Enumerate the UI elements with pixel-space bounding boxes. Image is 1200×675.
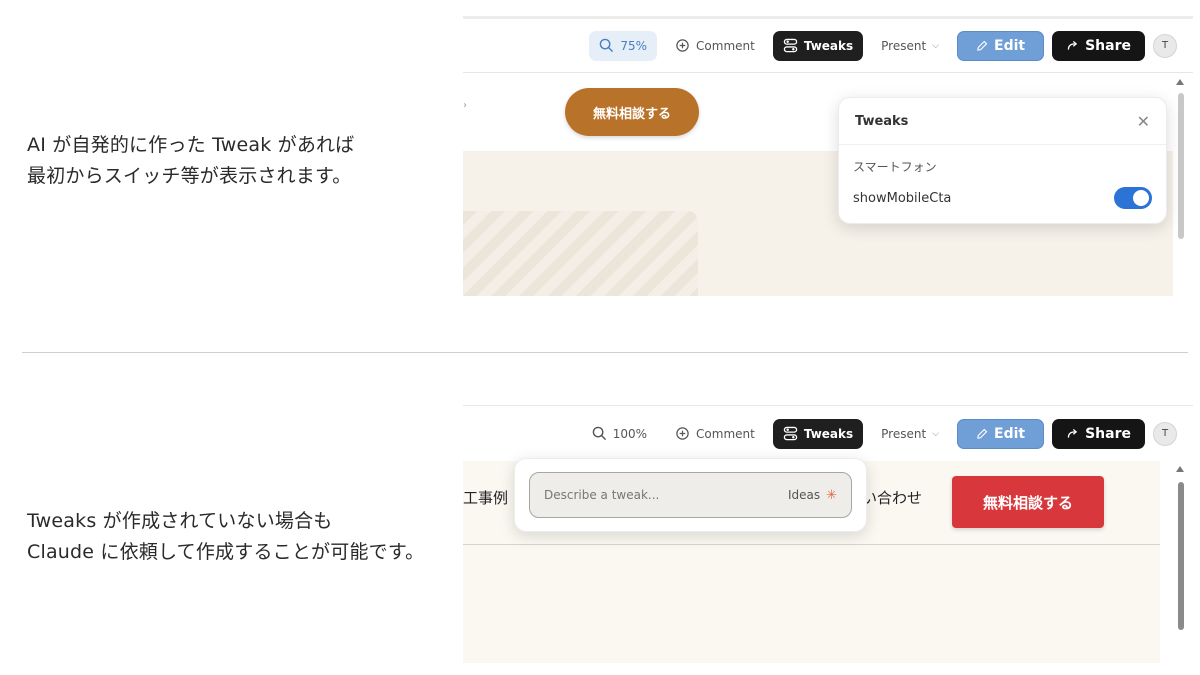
tweaks-button[interactable]: Tweaks [772, 30, 864, 61]
comment-label: Comment [696, 38, 755, 53]
caption-bottom: Tweaks が作成されていない場合も Claude に依頼して作成することが可… [27, 506, 424, 568]
comment-button[interactable]: Comment [665, 31, 765, 61]
scroll-thumb[interactable] [1178, 93, 1184, 239]
scroll-up-icon[interactable] [1176, 79, 1184, 85]
scrollbar-top[interactable] [1176, 79, 1185, 296]
describe-tweak-placeholder: Describe a tweak... [544, 488, 660, 502]
show-mobile-cta-toggle[interactable] [1114, 187, 1152, 209]
share-button[interactable]: Share [1052, 418, 1145, 449]
chevron-down-icon: ⌵ [932, 40, 940, 51]
share-label: Share [1085, 425, 1131, 442]
describe-tweak-panel: Describe a tweak... Ideas ✳ [514, 458, 867, 532]
sparkle-icon: ✳ [826, 487, 837, 503]
tweak-toggle-row: showMobileCta [839, 175, 1166, 209]
tweaks-panel: Tweaks ✕ スマートフォン showMobileCta [838, 97, 1167, 224]
zoom-control[interactable]: 100% [582, 419, 657, 449]
pencil-icon [976, 40, 988, 52]
caption-bottom-line2: Claude に依頼して作成することが可能です。 [27, 541, 425, 563]
edit-button[interactable]: Edit [957, 30, 1045, 61]
tweaks-panel-header: Tweaks ✕ [839, 98, 1166, 145]
search-icon [592, 426, 607, 441]
scroll-up-icon[interactable] [1176, 466, 1184, 472]
share-arrow-icon [1066, 427, 1079, 440]
present-dropdown[interactable]: Present ⌵ [871, 31, 949, 61]
caption-top-line1: AI が自発的に作った Tweak があれば [27, 134, 355, 156]
zoom-level: 100% [612, 426, 648, 441]
describe-tweak-input[interactable]: Describe a tweak... Ideas ✳ [529, 472, 852, 518]
zoom-control[interactable]: 75% [589, 30, 658, 61]
caption-top: AI が自発的に作った Tweak があれば 最初からスイッチ等が表示されます。 [27, 130, 354, 192]
edit-label: Edit [994, 37, 1026, 54]
tweaks-section-label: スマートフォン [853, 160, 937, 174]
image-placeholder [463, 211, 698, 296]
tweaks-label: Tweaks [803, 426, 854, 441]
scrollbar-bottom[interactable] [1176, 466, 1185, 663]
present-label: Present [881, 426, 927, 441]
comment-icon [675, 426, 690, 441]
scroll-thumb[interactable] [1178, 482, 1184, 630]
comment-icon [675, 38, 690, 53]
edit-button[interactable]: Edit [957, 418, 1045, 449]
chevron-down-icon: ⌵ [932, 428, 940, 439]
nav-item-contact[interactable]: い合わせ [862, 487, 922, 508]
tweaks-icon [783, 426, 798, 441]
tweaks-panel-title: Tweaks [855, 113, 909, 129]
share-label: Share [1085, 37, 1131, 54]
screenshot-bottom: 工事例 い合わせ 無料相談する 100% Comment Tweaks Pres… [463, 405, 1193, 663]
free-consult-button[interactable]: 無料相談する [952, 476, 1104, 528]
present-dropdown[interactable]: Present ⌵ [871, 419, 949, 449]
edit-label: Edit [994, 425, 1026, 442]
ideas-button[interactable]: Ideas ✳ [788, 488, 837, 503]
free-consult-button[interactable]: 無料相談する [565, 88, 699, 136]
comment-button[interactable]: Comment [665, 419, 765, 449]
close-icon[interactable]: ✕ [1137, 112, 1150, 131]
nav-item-cases[interactable]: 工事例 [463, 487, 508, 508]
chevron-right-icon: › [463, 100, 467, 111]
toolbar-top: 75% Comment Tweaks Present ⌵ Edit Share … [463, 19, 1193, 73]
screenshot-top: › 無料相談する 75% Comment Tweaks Present ⌵ Ed… [463, 16, 1193, 296]
search-icon [599, 38, 614, 53]
section-divider [22, 352, 1188, 353]
share-arrow-icon [1066, 39, 1079, 52]
avatar[interactable]: T [1153, 421, 1177, 446]
comment-label: Comment [696, 426, 755, 441]
tweaks-label: Tweaks [803, 38, 854, 53]
ideas-label: Ideas [787, 488, 821, 502]
pencil-icon [976, 428, 988, 440]
tweaks-button[interactable]: Tweaks [772, 418, 864, 449]
tweak-toggle-label: showMobileCta [853, 190, 952, 206]
caption-top-line2: 最初からスイッチ等が表示されます。 [27, 165, 352, 187]
caption-bottom-line1: Tweaks が作成されていない場合も [27, 510, 333, 532]
present-label: Present [881, 38, 927, 53]
avatar[interactable]: T [1153, 33, 1177, 58]
tweaks-icon [783, 38, 798, 53]
toolbar-bottom: 100% Comment Tweaks Present ⌵ Edit Share… [463, 406, 1193, 461]
share-button[interactable]: Share [1052, 30, 1145, 61]
zoom-level: 75% [620, 38, 648, 53]
